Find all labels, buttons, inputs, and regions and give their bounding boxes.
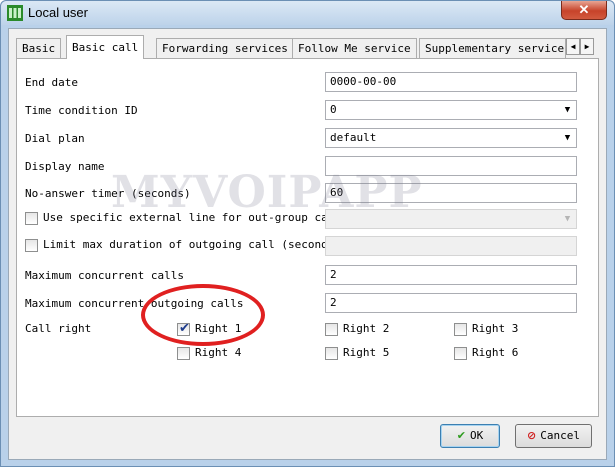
cancel-icon: ⊘ xyxy=(527,429,537,442)
max-concurrent-out-label: Maximum concurrent outgoing calls xyxy=(25,297,244,310)
right-5-checkbox[interactable] xyxy=(325,347,338,360)
end-date-field[interactable]: 0000-00-00 xyxy=(325,72,577,92)
max-concurrent-label: Maximum concurrent calls xyxy=(25,269,184,282)
end-date-label: End date xyxy=(25,76,78,89)
display-name-label: Display name xyxy=(25,160,105,173)
max-concurrent-out-value: 2 xyxy=(330,296,337,309)
close-icon: ✕ xyxy=(578,2,590,17)
external-line-label: Use specific external line for out-group… xyxy=(43,211,342,224)
ok-label: OK xyxy=(469,429,484,442)
tab-label: Forwarding services xyxy=(162,42,288,55)
cancel-label: Cancel xyxy=(540,429,580,442)
tab-label: Follow Me service xyxy=(298,42,411,55)
external-line-checkbox[interactable] xyxy=(25,212,38,225)
limit-duration-field[interactable] xyxy=(325,236,577,256)
dial-plan-value: default xyxy=(330,131,377,144)
max-concurrent-out-field[interactable]: 2 xyxy=(325,293,577,313)
tab-basic-call[interactable]: Basic call xyxy=(66,35,145,59)
right-6-checkbox[interactable] xyxy=(454,347,467,360)
max-concurrent-value: 2 xyxy=(330,268,337,281)
tab-label: Basic xyxy=(22,42,56,55)
cancel-button[interactable]: ⊘ Cancel xyxy=(515,424,592,448)
right-1-label: Right 1 xyxy=(195,322,242,335)
time-condition-label: Time condition ID xyxy=(25,104,138,117)
right-4-label: Right 4 xyxy=(195,346,242,359)
dial-plan-select[interactable]: default ▼ xyxy=(325,128,577,148)
app-icon xyxy=(7,5,23,21)
end-date-value: 0000-00-00 xyxy=(330,75,397,88)
ok-button[interactable]: ✔ OK xyxy=(440,424,500,448)
no-answer-timer-field[interactable]: 60 xyxy=(325,183,577,203)
dialog-body: Basic Basic call Forwarding services Fol… xyxy=(8,28,607,460)
arrow-right-icon: ▶ xyxy=(584,42,590,51)
dialog-window: Local user ✕ Basic Basic call Forwarding… xyxy=(0,0,615,467)
tab-follow-me-service[interactable]: Follow Me service xyxy=(292,38,417,58)
tab-supplementary-services[interactable]: Supplementary services xyxy=(419,38,566,58)
right-4-checkbox[interactable] xyxy=(177,347,190,360)
limit-duration-label: Limit max duration of outgoing call (sec… xyxy=(43,238,342,251)
checkmark-icon: ✔ xyxy=(179,321,190,336)
time-condition-select[interactable]: 0 ▼ xyxy=(325,100,577,120)
no-answer-timer-value: 60 xyxy=(330,186,344,199)
right-1-checkbox[interactable]: ✔ xyxy=(177,321,190,336)
time-condition-value: 0 xyxy=(330,103,337,116)
window-title: Local user xyxy=(28,5,88,20)
right-6-label: Right 6 xyxy=(472,346,519,359)
call-right-label: Call right xyxy=(25,322,92,335)
display-name-field[interactable] xyxy=(325,156,577,176)
checkmark-icon: ✔ xyxy=(456,429,466,442)
external-line-select[interactable]: ▼ xyxy=(325,209,577,229)
tab-label: Supplementary services xyxy=(425,42,566,55)
chevron-down-icon[interactable]: ▼ xyxy=(559,129,576,147)
right-3-label: Right 3 xyxy=(472,322,519,335)
title-bar[interactable]: Local user ✕ xyxy=(1,1,614,25)
close-button[interactable]: ✕ xyxy=(561,1,607,20)
basic-call-page: End date 0000-00-00 Time condition ID 0 … xyxy=(16,58,599,417)
no-answer-timer-label: No-answer timer (seconds) xyxy=(25,187,191,200)
tab-forwarding-services[interactable]: Forwarding services xyxy=(156,38,294,58)
chevron-down-icon[interactable]: ▼ xyxy=(559,210,576,228)
tab-scroller: ◀ ▶ xyxy=(566,38,594,55)
right-5-label: Right 5 xyxy=(343,346,390,359)
tab-basic[interactable]: Basic xyxy=(16,38,62,58)
tab-label: Basic call xyxy=(72,41,139,54)
right-2-label: Right 2 xyxy=(343,322,390,335)
tab-scroll-right-button[interactable]: ▶ xyxy=(580,38,594,55)
arrow-left-icon: ◀ xyxy=(570,42,576,51)
limit-duration-checkbox[interactable] xyxy=(25,239,38,252)
chevron-down-icon[interactable]: ▼ xyxy=(559,101,576,119)
right-3-checkbox[interactable] xyxy=(454,323,467,336)
dial-plan-label: Dial plan xyxy=(25,132,85,145)
right-2-checkbox[interactable] xyxy=(325,323,338,336)
tab-scroll-left-button[interactable]: ◀ xyxy=(566,38,580,55)
max-concurrent-field[interactable]: 2 xyxy=(325,265,577,285)
